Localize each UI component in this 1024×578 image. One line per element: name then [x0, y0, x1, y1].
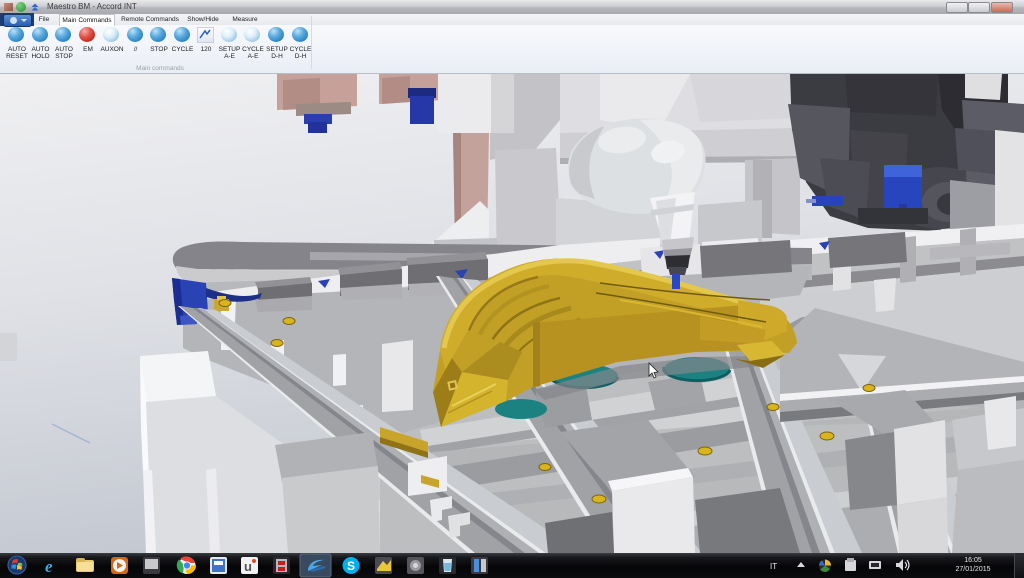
- svg-text:IT: IT: [770, 562, 777, 571]
- svg-text:e: e: [45, 557, 53, 576]
- svg-text:u: u: [244, 559, 252, 574]
- svg-text:S: S: [347, 559, 355, 573]
